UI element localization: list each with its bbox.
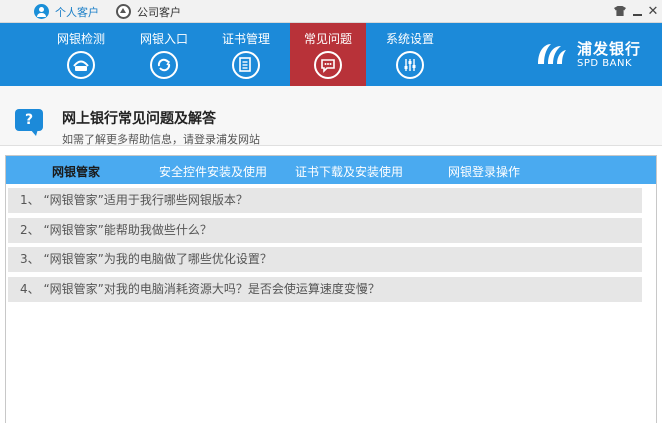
nav-item-certificate[interactable]: 证书管理 — [209, 23, 283, 86]
spd-logo-icon — [535, 40, 569, 70]
company-account-label: 公司客户 — [137, 5, 181, 19]
nav-item-label: 证书管理 — [221, 32, 270, 46]
account-bar: 个人客户 公司客户 ✕ — [0, 0, 662, 23]
personal-account-tab[interactable]: 个人客户 — [34, 3, 99, 20]
nav-item-online-check[interactable]: 网银检测 — [44, 23, 118, 86]
personal-account-label: 个人客户 — [55, 5, 99, 19]
faq-panel: 网银管家 安全控件安装及使用 证书下载及安装使用 网银登录操作 1、 “网银管家… — [5, 155, 657, 423]
page-title: 网上银行常见问题及解答 — [62, 111, 216, 127]
chat-icon — [314, 51, 342, 79]
nav-item-online-entry[interactable]: 网银入口 — [127, 23, 201, 86]
tab-online-login[interactable]: 网银登录操作 — [448, 163, 520, 179]
tab-security-control[interactable]: 安全控件安装及使用 — [159, 163, 267, 179]
nav-item-faq[interactable]: 常见问题 — [290, 23, 366, 86]
close-button[interactable]: ✕ — [645, 2, 661, 20]
refresh-icon — [150, 51, 178, 79]
brand-name-cn: 浦发银行 — [577, 39, 642, 58]
page-subtitle: 如需了解更多帮助信息，请登录浦发网站 — [62, 133, 260, 146]
main-nav: 网银检测 网银入口 证书管理 常见问题 系统设置 浦发银行 SPD BANK — [0, 23, 662, 86]
faq-tabs: 网银管家 安全控件安装及使用 证书下载及安装使用 网银登录操作 — [6, 156, 656, 184]
minimize-icon — [632, 14, 642, 16]
skin-button[interactable] — [612, 2, 628, 20]
person-icon — [34, 4, 49, 19]
monitor-icon — [67, 51, 95, 79]
faq-question-3[interactable]: 3、 “网银管家”为我的电脑做了哪些优化设置？ — [8, 247, 642, 272]
bank-logo: 浦发银行 SPD BANK — [535, 37, 641, 73]
question-bubble-icon: ? — [15, 109, 43, 136]
shirt-icon — [614, 6, 626, 16]
company-account-tab[interactable]: 公司客户 — [116, 3, 181, 20]
document-icon — [232, 51, 260, 79]
minimize-button[interactable] — [629, 2, 645, 20]
close-icon: ✕ — [647, 3, 659, 19]
faq-question-2[interactable]: 2、 “网银管家”能帮助我做些什么？ — [8, 218, 642, 243]
sliders-icon — [396, 51, 424, 79]
faq-question-1[interactable]: 1、 “网银管家”适用于我行哪些网银版本？ — [8, 188, 642, 213]
home-icon — [116, 4, 131, 19]
nav-item-label: 系统设置 — [385, 32, 434, 46]
nav-item-label: 网银入口 — [139, 32, 188, 46]
nav-item-label: 常见问题 — [303, 32, 352, 46]
nav-item-settings[interactable]: 系统设置 — [373, 23, 447, 86]
faq-question-4[interactable]: 4、 “网银管家”对我的电脑消耗资源大吗？是否会使运算速度变慢？ — [8, 277, 642, 302]
brand-name-en: SPD BANK — [577, 57, 632, 69]
tab-online-manager[interactable]: 网银管家 — [52, 163, 100, 179]
nav-item-label: 网银检测 — [56, 32, 105, 46]
tab-certificate-download[interactable]: 证书下载及安装使用 — [295, 163, 403, 179]
